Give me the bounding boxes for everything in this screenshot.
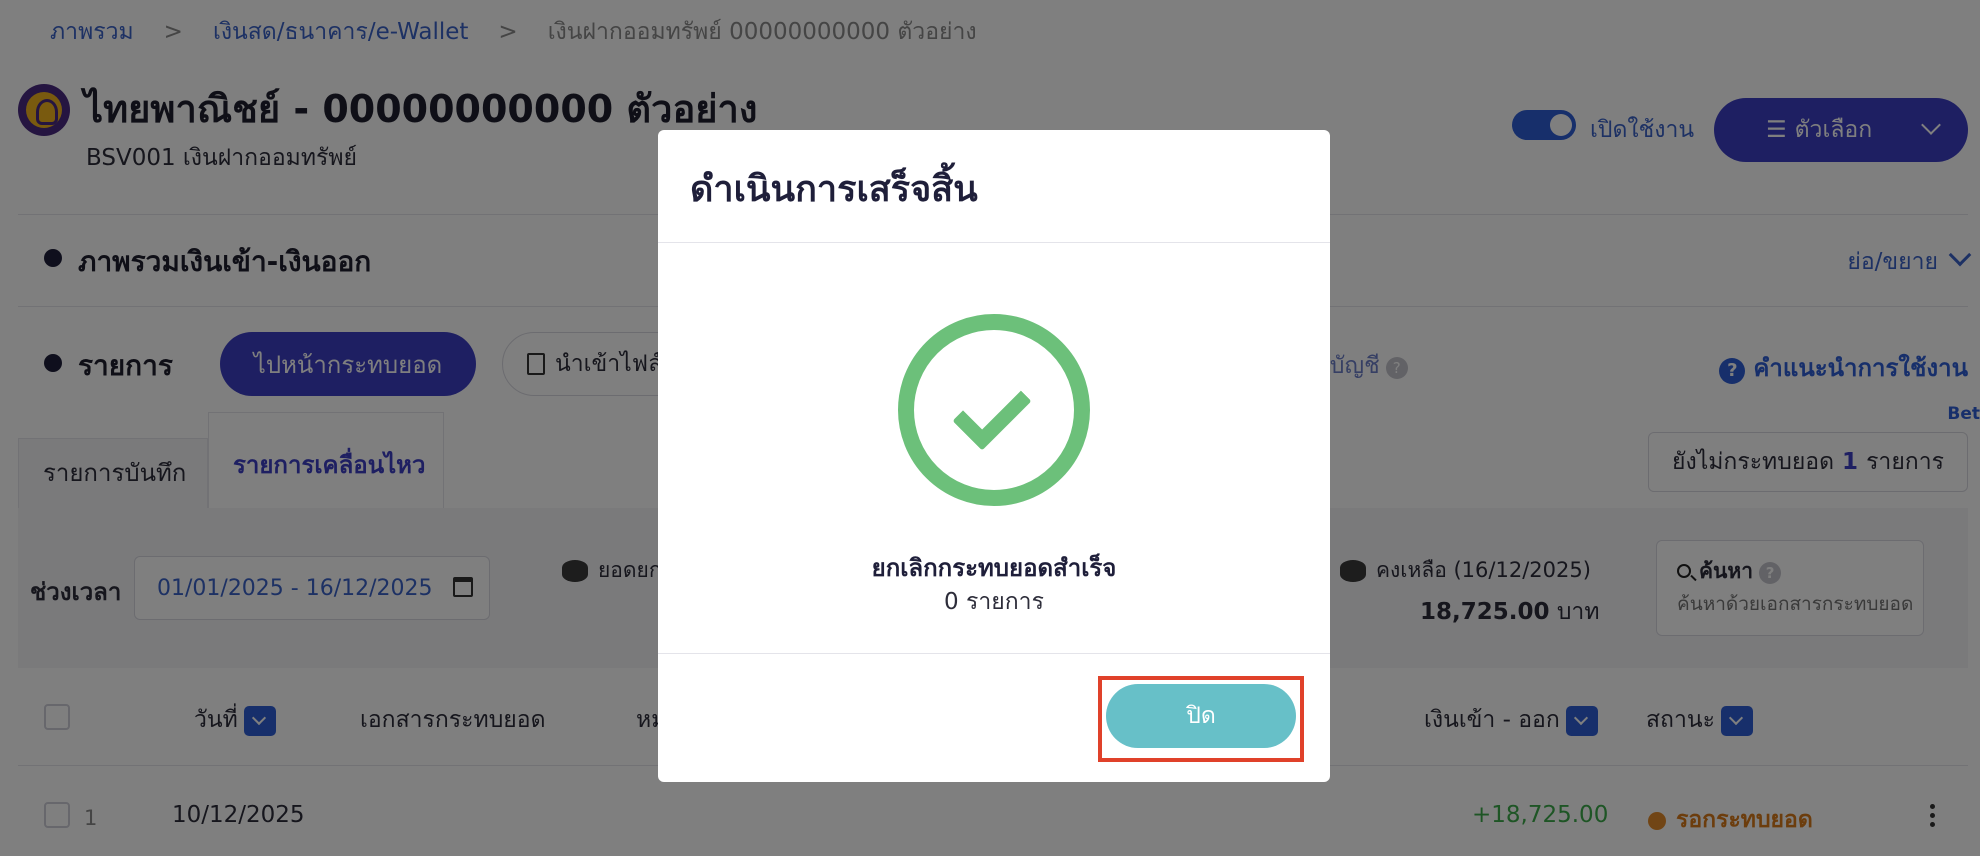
- success-dialog: ดำเนินการเสร็จสิ้น ยกเลิกกระทบยอดสำเร็จ …: [658, 130, 1330, 782]
- dialog-message: ยกเลิกกระทบยอดสำเร็จ: [871, 554, 1117, 582]
- dialog-title: ดำเนินการเสร็จสิ้น: [690, 169, 978, 210]
- success-check-icon: [898, 314, 1090, 506]
- dialog-count: 0 รายการ: [944, 589, 1044, 615]
- close-button[interactable]: ปิด: [1106, 684, 1296, 748]
- divider: [658, 653, 1330, 654]
- divider: [658, 242, 1330, 243]
